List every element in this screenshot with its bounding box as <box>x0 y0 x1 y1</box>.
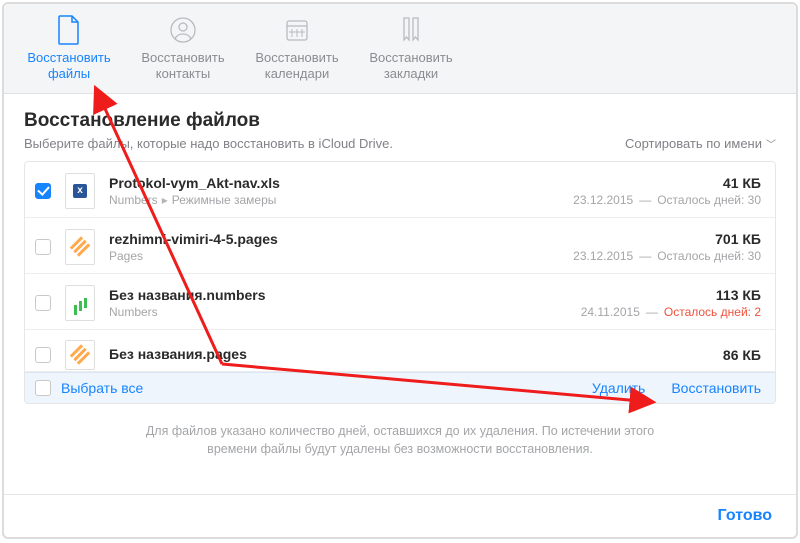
file-deadline: 24.11.2015—Осталось дней: 2 <box>581 305 761 319</box>
file-size: 41 КБ <box>573 175 761 191</box>
delete-button[interactable]: Удалить <box>592 380 645 396</box>
tab-restore-bookmarks[interactable]: Восстановить закладки <box>354 14 468 89</box>
sort-dropdown[interactable]: Сортировать по имени ﹀ <box>625 136 776 151</box>
bookmark-icon <box>398 14 424 46</box>
tab-label-line2: файлы <box>48 66 90 82</box>
file-list: Protokol-vym_Akt-nav.xls Numbers▸Режимны… <box>24 161 776 404</box>
file-type-icon <box>65 340 95 370</box>
row-checkbox[interactable] <box>35 183 51 199</box>
file-row[interactable]: Без названия.numbers Numbers 113 КБ 24.1… <box>25 274 775 330</box>
select-all-button[interactable]: Выбрать все <box>35 380 143 396</box>
file-row[interactable]: rezhimni-vimiri-4-5.pages Pages 701 КБ 2… <box>25 218 775 274</box>
file-type-icon <box>65 229 95 265</box>
sort-label: Сортировать по имени <box>625 136 762 151</box>
row-checkbox[interactable] <box>35 347 51 363</box>
file-location: Numbers▸Режимные замеры <box>109 193 573 207</box>
file-size: 701 КБ <box>573 231 761 247</box>
tab-restore-files[interactable]: Восстановить файлы <box>12 14 126 89</box>
file-type-icon <box>65 173 95 209</box>
list-action-bar: Выбрать все Удалить Восстановить <box>25 372 775 403</box>
window-frame: Восстановить файлы Восстановить контакты… <box>2 2 798 539</box>
calendar-icon <box>284 14 310 46</box>
top-toolbar: Восстановить файлы Восстановить контакты… <box>4 4 796 94</box>
select-all-checkbox[interactable] <box>35 380 51 396</box>
content-area: Восстановление файлов Выберите файлы, ко… <box>4 94 796 494</box>
page-subtitle: Выберите файлы, которые надо восстановит… <box>24 136 393 151</box>
tab-label-line1: Восстановить <box>27 50 110 66</box>
row-checkbox[interactable] <box>35 239 51 255</box>
tab-label-line2: контакты <box>156 66 210 82</box>
done-button[interactable]: Готово <box>718 507 772 525</box>
tab-label-line1: Восстановить <box>369 50 452 66</box>
select-all-label: Выбрать все <box>61 380 143 396</box>
file-row[interactable]: Без названия.pages 86 КБ <box>25 330 775 372</box>
tab-label-line2: закладки <box>384 66 438 82</box>
file-name: Protokol-vym_Akt-nav.xls <box>109 175 573 191</box>
restore-button[interactable]: Восстановить <box>671 380 761 396</box>
file-icon <box>56 14 82 46</box>
tab-label-line1: Восстановить <box>141 50 224 66</box>
file-size: 86 КБ <box>723 347 761 363</box>
file-size: 113 КБ <box>581 287 761 303</box>
file-name: Без названия.pages <box>109 346 723 362</box>
tab-label-line2: календари <box>265 66 330 82</box>
page-title: Восстановление файлов <box>24 110 776 132</box>
chevron-down-icon: ﹀ <box>766 136 776 151</box>
hint-text: Для файлов указано количество дней, оста… <box>120 422 680 458</box>
dialog-footer: Готово <box>4 494 796 537</box>
tab-label-line1: Восстановить <box>255 50 338 66</box>
contact-icon <box>170 14 196 46</box>
file-deadline: 23.12.2015—Осталось дней: 30 <box>573 249 761 263</box>
file-name: rezhimni-vimiri-4-5.pages <box>109 231 573 247</box>
file-name: Без названия.numbers <box>109 287 581 303</box>
file-type-icon <box>65 285 95 321</box>
tab-restore-calendars[interactable]: Восстановить календари <box>240 14 354 89</box>
file-location: Numbers <box>109 305 581 319</box>
tab-restore-contacts[interactable]: Восстановить контакты <box>126 14 240 89</box>
file-deadline: 23.12.2015—Осталось дней: 30 <box>573 193 761 207</box>
file-location: Pages <box>109 249 573 263</box>
row-checkbox[interactable] <box>35 295 51 311</box>
file-row[interactable]: Protokol-vym_Akt-nav.xls Numbers▸Режимны… <box>25 162 775 218</box>
